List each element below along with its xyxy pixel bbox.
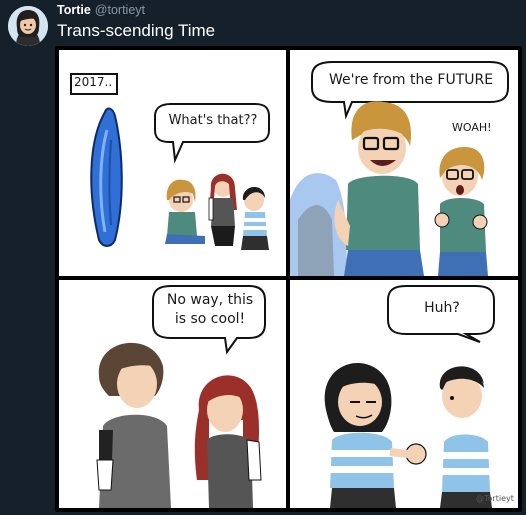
panel-4-speech: Huh? bbox=[424, 300, 460, 316]
panel-4-signature: @Tortieyt bbox=[476, 494, 514, 503]
comic-image[interactable]: 2017.. What's that?? We're from the FUTU… bbox=[55, 46, 522, 512]
display-name[interactable]: Tortie bbox=[57, 3, 91, 17]
comic-panel-4: Huh? @Tortieyt bbox=[290, 280, 518, 508]
panel-1-speech: What's that?? bbox=[168, 113, 258, 128]
panel-2-exclamation: WOAH! bbox=[452, 121, 492, 134]
panel-2-speech: We're from the FUTURE bbox=[328, 72, 494, 88]
panel-3-speech-line-1: No way, this bbox=[166, 292, 254, 308]
tweet-text: Trans-scending Time bbox=[57, 21, 216, 40]
user-handle[interactable]: @tortieyt bbox=[95, 3, 145, 17]
comic-panel-3: No way, this is so cool! bbox=[59, 280, 286, 508]
comic-panel-2: We're from the FUTURE WOAH! bbox=[290, 50, 518, 276]
tweet-header: Tortie @tortieyt Trans-scending Time bbox=[0, 0, 526, 46]
panel-3-speech-line-2: is so cool! bbox=[174, 311, 246, 327]
panel-1-caption: 2017.. bbox=[74, 75, 113, 89]
tweet-author-line: Tortie @tortieyt bbox=[57, 3, 145, 17]
profile-avatar-icon[interactable] bbox=[8, 6, 48, 46]
comic-panel-1: 2017.. What's that?? bbox=[59, 50, 286, 276]
